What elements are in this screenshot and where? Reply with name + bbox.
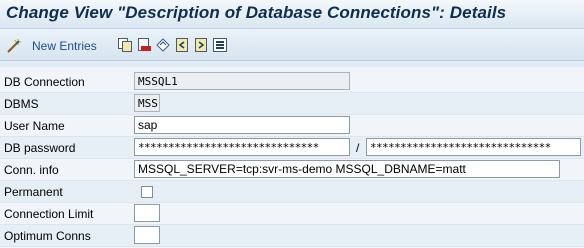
db-password-confirm-field[interactable]: ******************************: [366, 138, 581, 156]
delete-icon[interactable]: [136, 37, 152, 53]
details-form: DB Connection MSSQL1 DBMS MSS User Name …: [0, 67, 584, 248]
new-entries-label: New Entries: [32, 39, 97, 53]
dbms-label: DBMS: [4, 97, 39, 111]
previous-entry-icon[interactable]: [174, 37, 190, 53]
row-db-password: DB password ****************************…: [0, 137, 584, 159]
permanent-label: Permanent: [4, 185, 63, 199]
optimum-conns-field[interactable]: [134, 226, 160, 244]
user-name-label: User Name: [4, 119, 65, 133]
db-connection-label: DB Connection: [4, 75, 85, 89]
title-bar: Change View "Description of Database Con…: [0, 0, 584, 29]
conn-info-label: Conn. info: [4, 163, 59, 177]
password-separator: /: [356, 141, 360, 155]
row-conn-info: Conn. info MSSQL_SERVER=tcp:svr-ms-demo …: [0, 159, 584, 181]
row-permanent: Permanent: [0, 181, 584, 203]
page-title: Change View "Description of Database Con…: [6, 3, 507, 22]
undo-change-icon[interactable]: [155, 37, 171, 53]
new-entries-button[interactable]: New Entries: [6, 37, 97, 55]
optimum-conns-label: Optimum Conns: [4, 229, 91, 243]
select-all-icon[interactable]: [212, 37, 228, 53]
user-name-field[interactable]: sap: [134, 116, 350, 134]
conn-info-field[interactable]: MSSQL_SERVER=tcp:svr-ms-demo MSSQL_DBNAM…: [134, 160, 560, 178]
dbms-field: MSS: [134, 94, 160, 112]
application-toolbar: New Entries: [0, 29, 584, 61]
row-connection-limit: Connection Limit: [0, 203, 584, 225]
db-password-field[interactable]: ******************************: [134, 138, 350, 156]
copy-as-icon[interactable]: [117, 37, 133, 53]
row-optimum-conns: Optimum Conns: [0, 225, 584, 247]
permanent-checkbox[interactable]: [141, 186, 153, 198]
new-entries-icon: [6, 38, 22, 54]
db-password-label: DB password: [4, 141, 76, 155]
next-entry-icon[interactable]: [193, 37, 209, 53]
db-connection-field: MSSQL1: [134, 72, 350, 90]
row-user-name: User Name sap: [0, 115, 584, 137]
connection-limit-label: Connection Limit: [4, 207, 94, 221]
connection-limit-field[interactable]: [134, 204, 160, 222]
row-dbms: DBMS MSS: [0, 93, 584, 115]
row-db-connection: DB Connection MSSQL1: [0, 71, 584, 93]
